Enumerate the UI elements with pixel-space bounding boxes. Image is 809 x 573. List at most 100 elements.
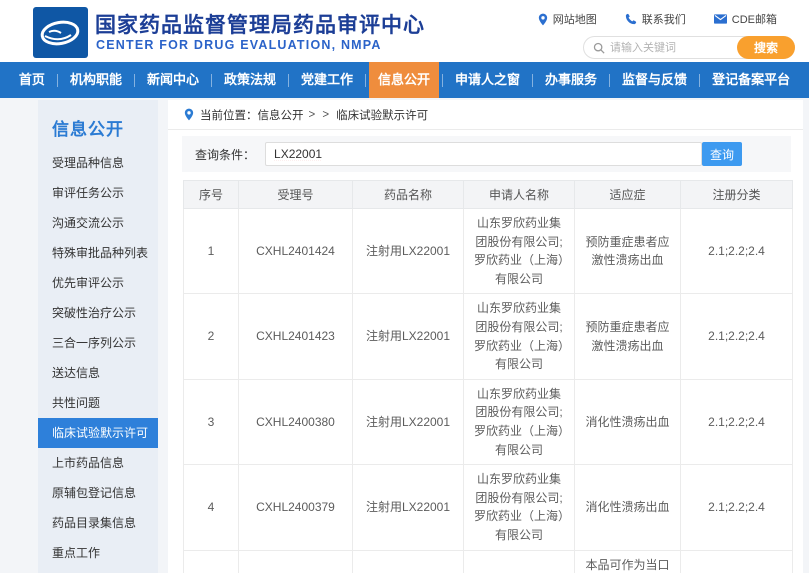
cell-seq: 2 bbox=[184, 294, 239, 379]
cell-acceptance-no: CXHL2401423 bbox=[239, 294, 353, 379]
sidebar-item-key-work[interactable]: 重点工作 bbox=[38, 538, 158, 568]
cell-acceptance-no: CXHL2400379 bbox=[239, 465, 353, 550]
sidebar-item-common-issues[interactable]: 共性问题 bbox=[38, 388, 158, 418]
sidebar-item-delivery-info[interactable]: 送达信息 bbox=[38, 358, 158, 388]
table-header-row: 序号 受理号 药品名称 申请人名称 适应症 注册分类 bbox=[184, 181, 793, 209]
sidebar-item-review-tasks[interactable]: 审评任务公示 bbox=[38, 178, 158, 208]
envelope-icon bbox=[714, 14, 727, 24]
nav-item-info-disclosure[interactable]: 信息公开 bbox=[369, 62, 439, 98]
breadcrumb: 当前位置：信息公开 > > 临床试验默示许可 bbox=[168, 100, 803, 130]
nav-item-functions[interactable]: 机构职能 bbox=[61, 62, 131, 98]
table-row: 2 CXHL2401423 注射用LX22001 山东罗欣药业集团股份有限公司;… bbox=[184, 294, 793, 379]
nav-divider bbox=[609, 74, 610, 87]
site-header: 国家药品监督管理局药品审评中心 CENTER FOR DRUG EVALUATI… bbox=[0, 0, 809, 62]
contact-label: 联系我们 bbox=[642, 11, 686, 27]
cell-indication: 消化性溃疡出血 bbox=[575, 465, 681, 550]
column-header-indication: 适应症 bbox=[575, 181, 681, 209]
nav-divider bbox=[288, 74, 289, 87]
column-header-seq: 序号 bbox=[184, 181, 239, 209]
nav-divider bbox=[442, 74, 443, 87]
cell-applicant: 山东罗欣药业集团股份有限公司;罗欣药业（上海）有限公司 bbox=[464, 379, 575, 464]
cell-drug-name: 注射用LX22001 bbox=[353, 465, 464, 550]
cell-applicant: 山东罗欣药业集团股份有限公司;罗欣药业（上海）有限公司 bbox=[464, 209, 575, 294]
cell-indication: 消化性溃疡出血 bbox=[575, 379, 681, 464]
query-bar: 查询条件： 查询 bbox=[182, 136, 791, 172]
main-nav: 首页 机构职能 新闻中心 政策法规 党建工作 信息公开 申请人之窗 办事服务 监… bbox=[0, 62, 809, 98]
nav-divider bbox=[699, 74, 700, 87]
query-button[interactable]: 查询 bbox=[702, 142, 742, 166]
cell-drug-name: 注射用LX22001 bbox=[353, 379, 464, 464]
site-subtitle: CENTER FOR DRUG EVALUATION, NMPA bbox=[96, 38, 382, 52]
nav-item-services[interactable]: 办事服务 bbox=[536, 62, 606, 98]
sidebar-item-excipient-registration[interactable]: 原辅包登记信息 bbox=[38, 478, 158, 508]
column-header-reg-class: 注册分类 bbox=[681, 181, 793, 209]
cell-acceptance-no: CXHL2400378 bbox=[239, 550, 353, 573]
breadcrumb-pin-icon bbox=[184, 108, 194, 121]
cell-acceptance-no: CXHL2401424 bbox=[239, 209, 353, 294]
site-title: 国家药品监督管理局药品审评中心 bbox=[95, 9, 425, 39]
search-input[interactable] bbox=[610, 38, 735, 57]
table-row: 3 CXHL2400380 注射用LX22001 山东罗欣药业集团股份有限公司;… bbox=[184, 379, 793, 464]
breadcrumb-current: 临床试验默示许可 bbox=[336, 107, 428, 123]
query-label: 查询条件： bbox=[195, 146, 255, 163]
breadcrumb-separator: > > bbox=[309, 109, 332, 121]
nav-item-applicant-window[interactable]: 申请人之窗 bbox=[446, 62, 529, 98]
header-quick-links: 网站地图 联系我们 CDE邮箱 bbox=[538, 11, 777, 27]
phone-icon bbox=[625, 13, 637, 25]
page: 国家药品监督管理局药品审评中心 CENTER FOR DRUG EVALUATI… bbox=[0, 0, 809, 573]
nav-item-home[interactable]: 首页 bbox=[10, 62, 54, 98]
cell-acceptance-no: CXHL2400380 bbox=[239, 379, 353, 464]
cell-indication: 预防重症患者应激性溃疡出血 bbox=[575, 294, 681, 379]
nav-item-policies[interactable]: 政策法规 bbox=[215, 62, 285, 98]
nav-item-party-building[interactable]: 党建工作 bbox=[292, 62, 362, 98]
nav-divider bbox=[211, 74, 212, 87]
sidebar-item-communication[interactable]: 沟通交流公示 bbox=[38, 208, 158, 238]
cell-reg-class: 2.1;2.2;2.4 bbox=[681, 209, 793, 294]
sidebar-item-clinical-trial-implied-license[interactable]: 临床试验默示许可 bbox=[38, 418, 158, 448]
main-content: 当前位置：信息公开 > > 临床试验默示许可 查询条件： 查询 序号 受理号 药… bbox=[168, 100, 803, 573]
sidebar-title: 信息公开 bbox=[38, 100, 158, 148]
cell-seq: 3 bbox=[184, 379, 239, 464]
sidebar-item-marketed-drugs[interactable]: 上市药品信息 bbox=[38, 448, 158, 478]
sidebar-item-drug-catalog[interactable]: 药品目录集信息 bbox=[38, 508, 158, 538]
results-table: 序号 受理号 药品名称 申请人名称 适应症 注册分类 1 CXHL2401424… bbox=[183, 180, 793, 573]
column-header-applicant: 申请人名称 bbox=[464, 181, 575, 209]
breadcrumb-prefix: 当前位置：信息公开 bbox=[200, 107, 304, 123]
search-button[interactable]: 搜索 bbox=[737, 36, 795, 59]
sidebar-item-accepted-varieties[interactable]: 受理品种信息 bbox=[38, 148, 158, 178]
sidebar-item-breakthrough-therapy[interactable]: 突破性治疗公示 bbox=[38, 298, 158, 328]
sitemap-label: 网站地图 bbox=[553, 11, 597, 27]
sidebar: 信息公开 受理品种信息 审评任务公示 沟通交流公示 特殊审批品种列表 优先审评公… bbox=[38, 100, 158, 573]
sidebar-item-special-approval[interactable]: 特殊审批品种列表 bbox=[38, 238, 158, 268]
cell-applicant: 山东罗欣药业集团股份有限公司;罗欣药业（上海）有限公司 bbox=[464, 550, 575, 573]
nav-divider bbox=[365, 74, 366, 87]
sidebar-item-priority-review[interactable]: 优先审评公示 bbox=[38, 268, 158, 298]
contact-link[interactable]: 联系我们 bbox=[625, 11, 686, 27]
cde-mail-link[interactable]: CDE邮箱 bbox=[714, 11, 777, 27]
nav-item-registration-platform[interactable]: 登记备案平台 bbox=[703, 62, 799, 98]
cell-drug-name: 注射用LX22001 bbox=[353, 209, 464, 294]
search-icon bbox=[593, 42, 605, 54]
cell-indication: 预防重症患者应激性溃疡出血 bbox=[575, 209, 681, 294]
nav-item-news[interactable]: 新闻中心 bbox=[138, 62, 208, 98]
cell-drug-name: 注射用LX22001 bbox=[353, 294, 464, 379]
nav-divider bbox=[134, 74, 135, 87]
cell-reg-class: 2.1;2.2;2.4 bbox=[681, 379, 793, 464]
header-search: 搜索 bbox=[583, 36, 795, 59]
nav-item-supervision[interactable]: 监督与反馈 bbox=[613, 62, 696, 98]
nav-divider bbox=[57, 74, 58, 87]
sitemap-link[interactable]: 网站地图 bbox=[538, 11, 597, 27]
sidebar-item-three-in-one[interactable]: 三合一序列公示 bbox=[38, 328, 158, 358]
query-input[interactable] bbox=[265, 142, 702, 166]
cell-applicant: 山东罗欣药业集团股份有限公司;罗欣药业（上海）有限公司 bbox=[464, 465, 575, 550]
column-header-acceptance-no: 受理号 bbox=[239, 181, 353, 209]
cell-reg-class: 2.1;2.2;2.4 bbox=[681, 294, 793, 379]
column-header-drug-name: 药品名称 bbox=[353, 181, 464, 209]
table-row: 1 CXHL2401424 注射用LX22001 山东罗欣药业集团股份有限公司;… bbox=[184, 209, 793, 294]
cell-indication: 本品可作为当口服疗法不适用时，用于下列病症的替代疗法：反流性食管炎、十二指肠溃疡… bbox=[575, 550, 681, 573]
cell-reg-class: 2.1;2.2;2.4 bbox=[681, 465, 793, 550]
cde-logo bbox=[33, 7, 88, 58]
swan-logo-icon bbox=[37, 15, 84, 51]
location-pin-icon bbox=[538, 13, 548, 26]
cell-seq: 1 bbox=[184, 209, 239, 294]
